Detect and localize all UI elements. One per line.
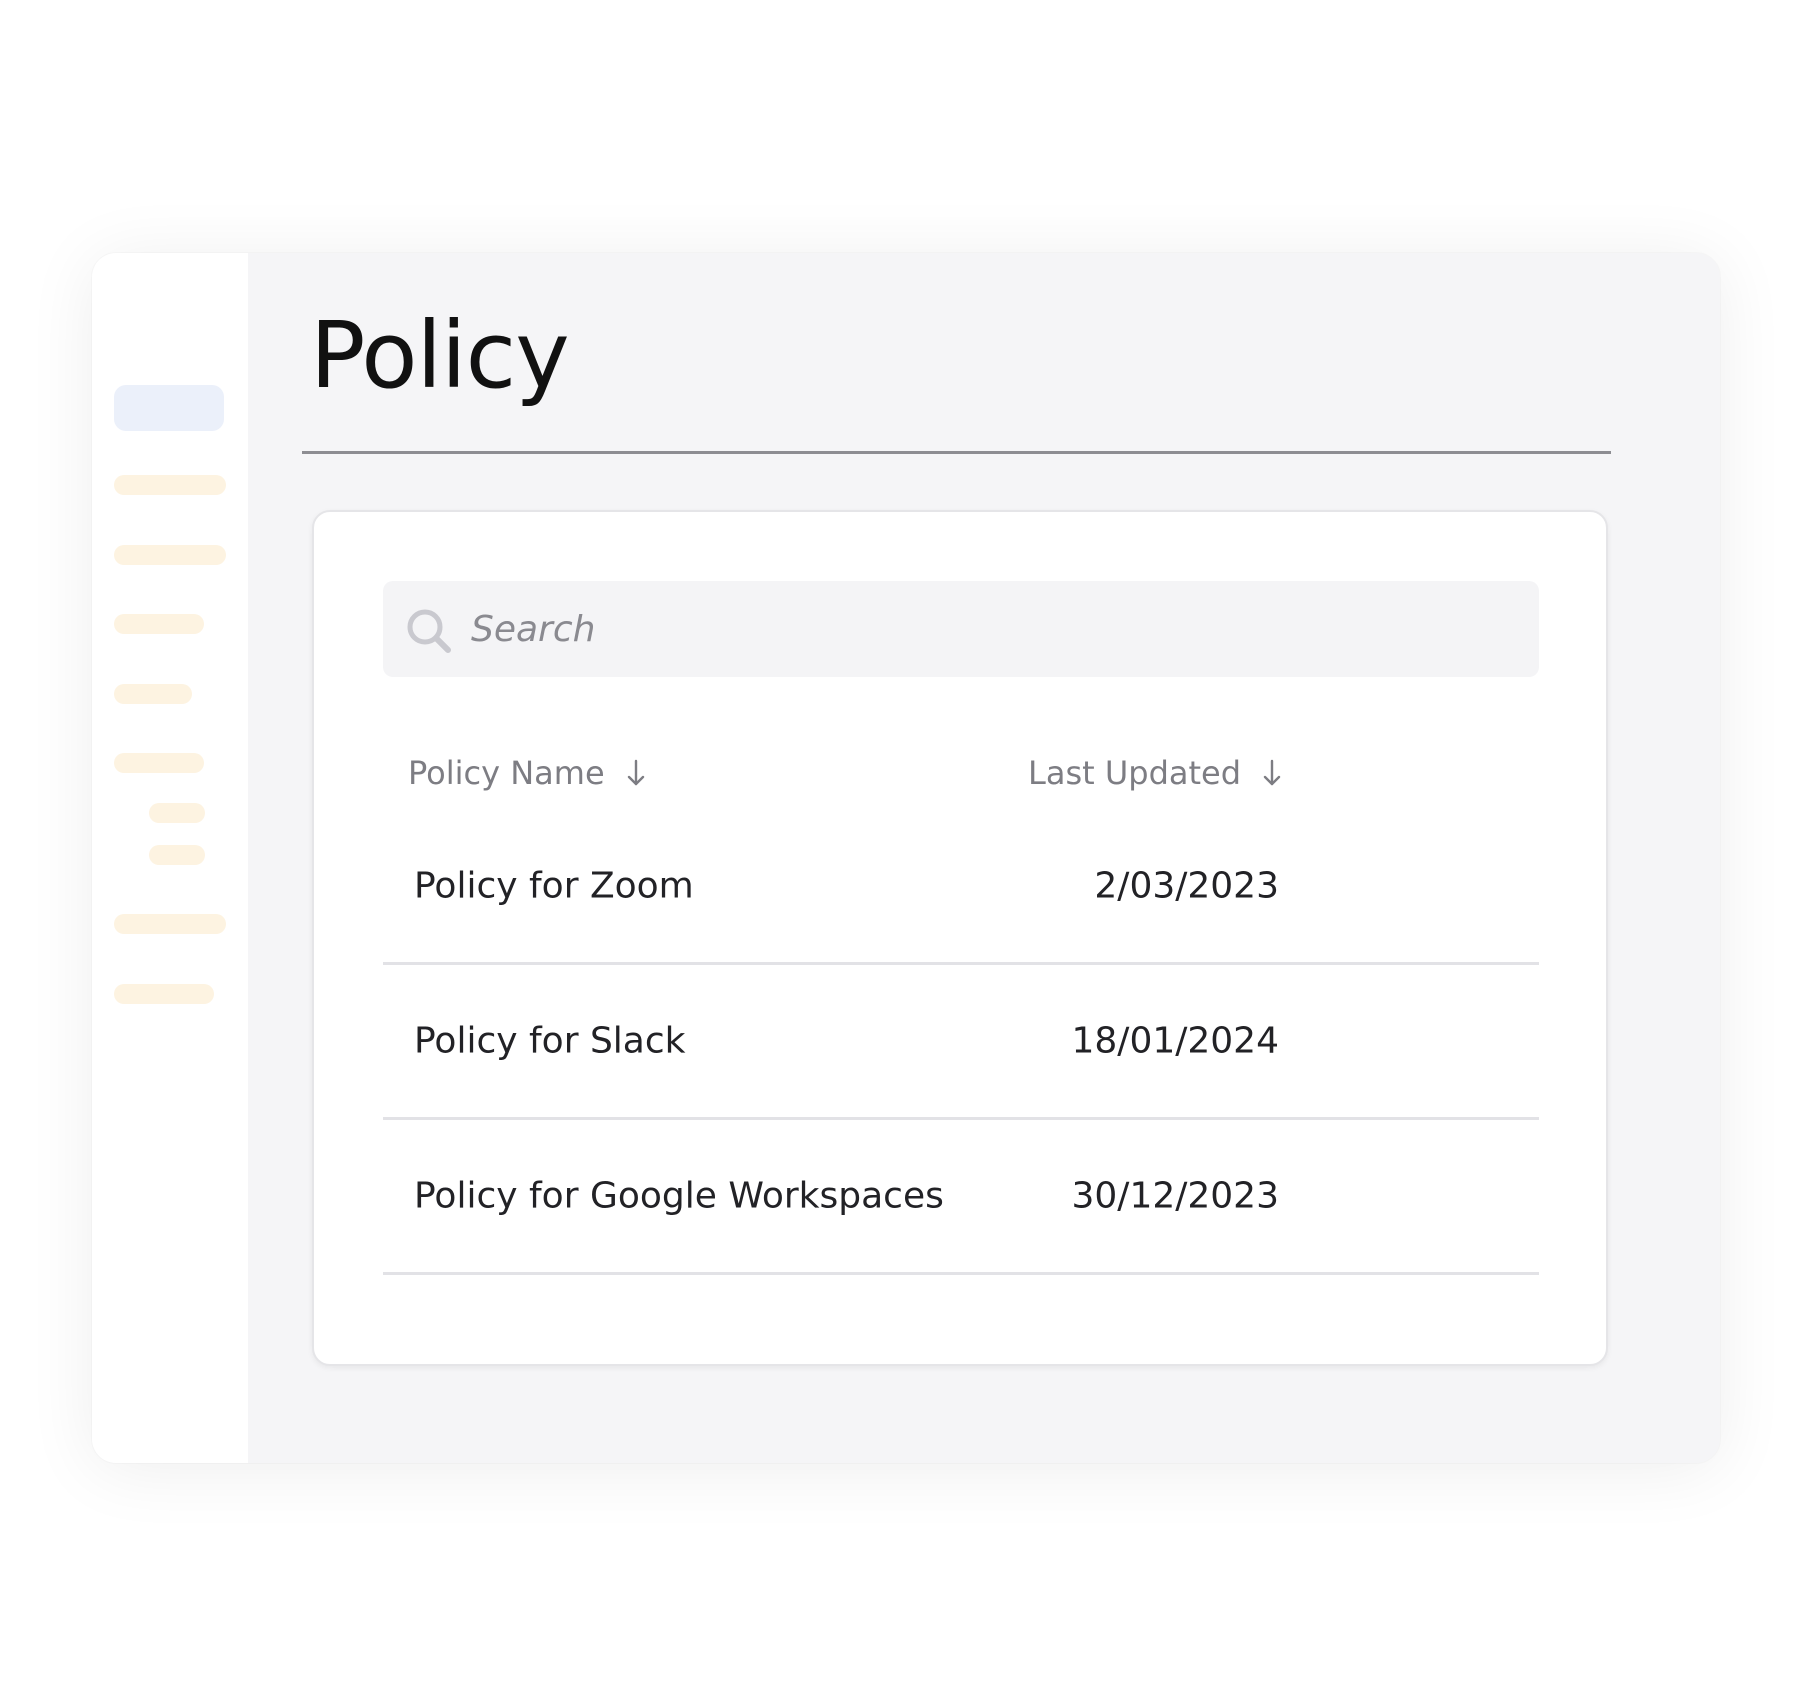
- sidebar-item[interactable]: [114, 753, 204, 773]
- title-divider: [302, 451, 1611, 454]
- search-bar[interactable]: [383, 581, 1539, 677]
- policy-name-cell: Policy for Zoom: [414, 865, 694, 907]
- main-content: Policy Policy Name Last Updated: [248, 253, 1720, 1463]
- arrow-down-icon: [1263, 759, 1281, 786]
- sidebar-subitem[interactable]: [149, 845, 205, 865]
- policy-name-cell: Policy for Google Workspaces: [414, 1175, 944, 1217]
- column-header-policy-name[interactable]: Policy Name: [408, 754, 645, 792]
- last-updated-cell: 18/01/2024: [1071, 1020, 1280, 1062]
- last-updated-cell: 2/03/2023: [1094, 865, 1279, 907]
- sidebar-item[interactable]: [114, 475, 226, 495]
- sidebar-item[interactable]: [114, 614, 204, 634]
- sidebar-subitem[interactable]: [149, 803, 205, 823]
- sidebar-item[interactable]: [114, 984, 214, 1004]
- page-title: Policy: [310, 302, 570, 409]
- sidebar-item[interactable]: [114, 684, 192, 704]
- arrow-down-icon: [627, 759, 644, 786]
- sidebar-item-active[interactable]: [114, 385, 224, 431]
- search-input[interactable]: [471, 581, 1511, 677]
- policy-name-cell: Policy for Slack: [414, 1020, 686, 1062]
- sidebar-item[interactable]: [114, 914, 226, 934]
- last-updated-cell: 30/12/2023: [1071, 1175, 1280, 1217]
- table-row[interactable]: Policy for Slack 18/01/2024: [383, 965, 1539, 1120]
- app-window: Policy Policy Name Last Updated: [92, 253, 1720, 1463]
- column-header-label: Policy Name: [408, 754, 605, 792]
- column-header-last-updated[interactable]: Last Updated: [1028, 754, 1281, 792]
- table-row[interactable]: Policy for Google Workspaces 30/12/2023: [383, 1120, 1539, 1275]
- table-row[interactable]: Policy for Zoom 2/03/2023: [383, 810, 1539, 965]
- policy-card: Policy Name Last Updated Policy for Zoom…: [312, 510, 1608, 1366]
- sidebar: [92, 253, 248, 1463]
- column-header-label: Last Updated: [1028, 754, 1242, 792]
- search-icon: [407, 609, 451, 653]
- sidebar-item[interactable]: [114, 545, 226, 565]
